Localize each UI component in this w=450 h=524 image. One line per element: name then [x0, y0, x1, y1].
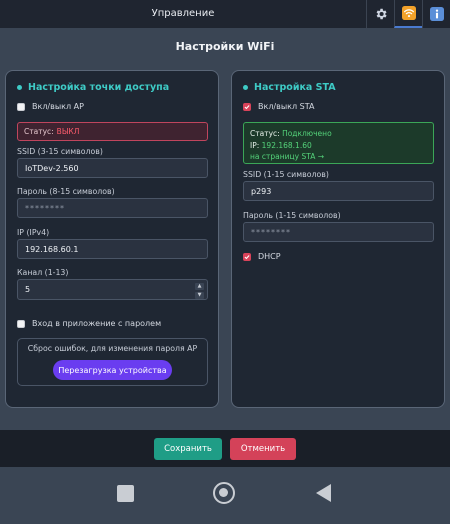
wifi-button[interactable] [394, 0, 422, 28]
sta-ssid-input[interactable]: p293 [243, 181, 434, 201]
system-nav-bar [0, 467, 450, 524]
ap-settings-panel: Настройка точки доступа Вкл/выкл AP Стат… [5, 70, 219, 408]
ap-channel-input[interactable]: 5 ▲ ▼ [17, 279, 208, 300]
back-icon[interactable] [316, 484, 331, 502]
sta-enable-row[interactable]: Вкл/выкл STA [243, 102, 314, 111]
ap-status-value: ВЫКЛ [56, 127, 80, 136]
ap-channel-value: 5 [25, 285, 31, 294]
ap-enable-label: Вкл/выкл AP [32, 102, 84, 111]
page-title: Настройки WiFi [175, 40, 275, 53]
recent-apps-icon[interactable] [117, 485, 134, 502]
sta-ip-label: IP: [250, 140, 260, 150]
check-icon [244, 104, 250, 109]
bullet-dot-icon [243, 85, 248, 90]
ap-status-box: Статус: ВЫКЛ [17, 122, 208, 141]
ap-password-label: Пароль (8-15 символов) [17, 187, 115, 196]
bullet-dot-icon [17, 85, 22, 90]
info-icon [429, 7, 444, 21]
ap-panel-header: Настройка точки доступа [17, 82, 169, 93]
sta-page-link[interactable]: на страницу STA → [250, 151, 427, 163]
check-icon [244, 254, 250, 259]
ap-channel-label: Канал (1-13) [17, 268, 69, 277]
settings-button[interactable] [366, 0, 394, 28]
ap-login-row[interactable]: Вход в приложение с паролем [17, 319, 161, 328]
reset-text: Сброс ошибок, для изменения пароля AP [27, 344, 198, 353]
ap-ssid-label: SSID (3-15 символов) [17, 147, 103, 156]
sta-panel-header: Настройка STA [243, 82, 336, 93]
sta-enable-label: Вкл/выкл STA [258, 102, 315, 111]
ap-panel-title: Настройка точки доступа [28, 82, 170, 93]
sta-status-box: Статус: Подключено IP: 192.168.1.60 на с… [243, 122, 434, 164]
ap-status-label: Статус: [24, 127, 54, 136]
reboot-button[interactable]: Перезагрузка устройства [53, 360, 172, 380]
channel-stepper[interactable]: ▲ ▼ [195, 283, 204, 299]
ap-ip-input[interactable]: 192.168.60.1 [17, 239, 208, 259]
save-button[interactable]: Сохранить [154, 438, 222, 460]
sta-password-label: Пароль (1-15 символов) [243, 211, 341, 220]
ap-ssid-input[interactable]: IoTDev-2.560 [17, 158, 208, 178]
sta-dhcp-label: DHCP [258, 252, 281, 261]
sta-password-input[interactable]: ******** [243, 222, 434, 242]
sta-enable-checkbox[interactable] [243, 102, 251, 111]
sta-ip-value: 192.168.1.60 [261, 140, 312, 150]
ap-login-checkbox[interactable] [17, 319, 25, 328]
ap-enable-row[interactable]: Вкл/выкл AP [17, 102, 84, 111]
sta-dhcp-checkbox[interactable] [243, 252, 251, 261]
cancel-button[interactable]: Отменить [230, 438, 296, 460]
ap-ip-label: IP (IPv4) [17, 228, 50, 237]
ap-enable-checkbox[interactable] [17, 102, 25, 111]
top-bar: Управление [0, 0, 450, 28]
gear-icon [376, 8, 387, 20]
header-title: Управление [151, 8, 215, 19]
sta-status-value: Подключено [282, 129, 332, 138]
stepper-up-icon[interactable]: ▲ [195, 283, 204, 290]
sta-dhcp-row[interactable]: DHCP [243, 252, 281, 261]
info-button[interactable] [422, 0, 450, 28]
reset-box: Сброс ошибок, для изменения пароля AP Пе… [17, 338, 208, 386]
ap-password-input[interactable]: ******** [17, 198, 208, 218]
sta-ssid-label: SSID (1-15 символов) [243, 170, 329, 179]
stepper-down-icon[interactable]: ▼ [195, 292, 204, 299]
sta-status-label: Статус: [250, 129, 280, 138]
wifi-icon [401, 6, 416, 20]
sta-panel-title: Настройка STA [254, 82, 336, 93]
home-icon[interactable] [213, 482, 235, 504]
ap-login-label: Вход в приложение с паролем [32, 319, 162, 328]
sta-settings-panel: Настройка STA Вкл/выкл STA Статус: Подкл… [231, 70, 445, 408]
footer-bar [0, 430, 450, 467]
